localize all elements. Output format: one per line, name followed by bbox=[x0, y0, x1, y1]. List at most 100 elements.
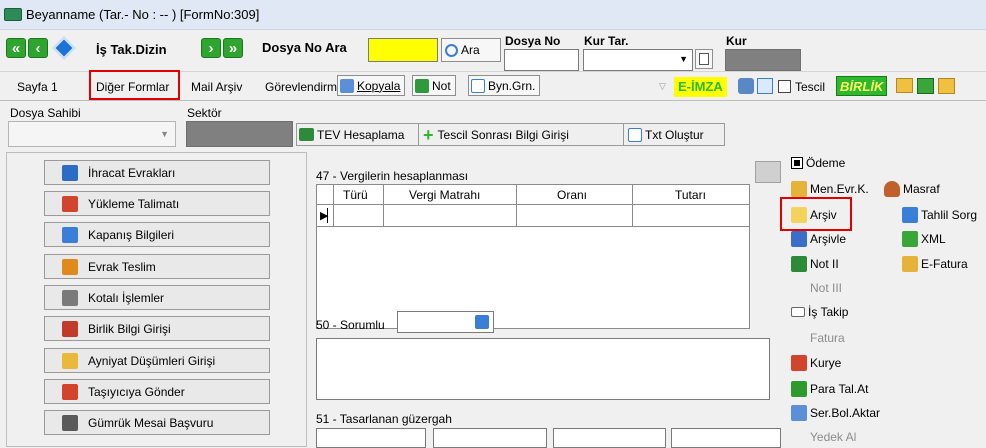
divider bbox=[623, 124, 624, 145]
window-title: Beyanname (Tar.- No : -- ) [FormNo:309] bbox=[26, 7, 260, 22]
kurye-button[interactable]: Kurye bbox=[791, 355, 841, 371]
side-button-label: Gümrük Mesai Başvuru bbox=[88, 415, 214, 430]
odeme-checkbox[interactable]: Ödeme bbox=[791, 156, 845, 170]
side-button[interactable]: Taşıyıcıya Gönder bbox=[44, 379, 270, 404]
side-button[interactable]: Evrak Teslim bbox=[44, 254, 270, 279]
not-ii-button[interactable]: Not II bbox=[791, 256, 839, 272]
birlik-button[interactable]: BİRLİK bbox=[836, 76, 888, 96]
column-header: Türü bbox=[343, 188, 368, 202]
calculator-icon[interactable] bbox=[695, 49, 713, 69]
guzergah-input-3[interactable] bbox=[553, 428, 666, 448]
not-ii-label: Not II bbox=[810, 257, 839, 271]
chevron-down-icon: ▼ bbox=[160, 129, 169, 139]
calendar-icon bbox=[62, 289, 78, 306]
upload-icon[interactable] bbox=[917, 78, 934, 94]
side-button[interactable]: Kotalı İşlemler bbox=[44, 285, 270, 310]
arsivle-button[interactable]: Arşivle bbox=[791, 231, 846, 247]
tescil-sonrasi-label: Tescil Sonrası Bilgi Girişi bbox=[437, 127, 569, 142]
tev-hesaplama-button[interactable]: TEV Hesaplama bbox=[299, 125, 404, 144]
handover-icon bbox=[62, 258, 78, 275]
guzergah-input-1[interactable] bbox=[316, 428, 426, 448]
folder-icon[interactable] bbox=[896, 78, 913, 93]
column-header: Oranı bbox=[557, 188, 588, 202]
txt-olustur-label: Txt Oluştur bbox=[645, 127, 704, 142]
fatura-button[interactable]: Fatura bbox=[810, 331, 845, 345]
edit-doc-icon bbox=[62, 226, 78, 243]
first-record-button[interactable]: « bbox=[6, 38, 26, 58]
tahlil-sorg-button[interactable]: Tahlil Sorg bbox=[902, 207, 977, 223]
invoice-icon bbox=[902, 256, 918, 272]
sorumlu-label: 50 - Sorumlu bbox=[316, 318, 385, 332]
xml-icon bbox=[902, 231, 918, 247]
side-button-label: İhracat Evrakları bbox=[88, 165, 176, 180]
dosya-no-ara-input[interactable] bbox=[368, 38, 438, 62]
vergi-title: 47 - Vergilerin hesaplanması bbox=[316, 169, 469, 183]
info-icon[interactable] bbox=[52, 36, 76, 60]
list-icon bbox=[299, 128, 314, 141]
ara-button[interactable]: Ara bbox=[441, 38, 501, 62]
tescil-sonrasi-button[interactable]: + Tescil Sonrası Bilgi Girişi bbox=[423, 125, 569, 144]
side-button-label: Kotalı İşlemler bbox=[88, 290, 165, 305]
side-button[interactable]: Ayniyat Düşümleri Girişi bbox=[44, 348, 270, 373]
ser-bol-aktar-button[interactable]: Ser.Bol.Aktar bbox=[791, 405, 880, 421]
side-button[interactable]: Yükleme Talimatı bbox=[44, 191, 270, 216]
tescil-checkbox[interactable] bbox=[778, 80, 791, 93]
e-imza-button[interactable]: E-İMZA bbox=[674, 77, 727, 97]
side-button-label: Kapanış Bilgileri bbox=[88, 227, 175, 242]
side-button[interactable]: Birlik Bilgi Girişi bbox=[44, 316, 270, 341]
kopyala-button[interactable]: Kopyala bbox=[337, 75, 406, 96]
last-record-button[interactable]: » bbox=[223, 38, 243, 58]
sorumlu-input[interactable] bbox=[397, 311, 494, 333]
money-bag-icon bbox=[884, 181, 900, 197]
xml-button[interactable]: XML bbox=[902, 231, 946, 247]
side-button[interactable]: Gümrük Mesai Başvuru bbox=[44, 410, 270, 435]
dosya-sahibi-dropdown[interactable]: ▼ bbox=[8, 121, 176, 147]
chevron-down-icon: ▽ bbox=[659, 81, 666, 91]
guzergah-input-2[interactable] bbox=[433, 428, 547, 448]
side-button[interactable]: Kapanış Bilgileri bbox=[44, 222, 270, 247]
previous-record-button[interactable]: ‹ bbox=[28, 38, 48, 58]
vergi-grid[interactable]: Türü Vergi Matrahı Oranı Tutarı ▶ bbox=[316, 184, 750, 329]
divider bbox=[418, 124, 419, 145]
e-fatura-button[interactable]: E-Fatura bbox=[902, 256, 968, 272]
checkbox-icon bbox=[791, 157, 803, 169]
dosya-no-input[interactable] bbox=[504, 49, 579, 71]
not-button[interactable]: Not bbox=[412, 75, 456, 96]
truck-icon bbox=[62, 383, 78, 400]
byn-grn-button[interactable]: Byn.Grn. bbox=[468, 75, 541, 96]
masraf-label: Masraf bbox=[903, 182, 940, 196]
sektor-field bbox=[186, 121, 293, 147]
folder-up-icon[interactable] bbox=[938, 78, 955, 94]
odeme-label: Ödeme bbox=[806, 156, 846, 170]
kur-value-field bbox=[725, 49, 801, 71]
txt-olustur-button[interactable]: Txt Oluştur bbox=[628, 125, 704, 144]
kurye-label: Kurye bbox=[810, 356, 842, 370]
truck-icon bbox=[62, 195, 78, 212]
guzergah-input-4[interactable] bbox=[671, 428, 781, 448]
men-evr-k-button[interactable]: Men.Evr.K. bbox=[791, 181, 869, 197]
side-button[interactable]: İhracat Evrakları bbox=[44, 160, 270, 185]
copy-icon bbox=[340, 78, 354, 93]
xml-label: XML bbox=[921, 232, 946, 246]
note-icon bbox=[415, 78, 429, 93]
is-takip-dizin-label: İş Tak.Dizin bbox=[96, 42, 167, 57]
tab-gorevlendirme[interactable]: Görevlendirme bbox=[265, 80, 344, 94]
tab-mail-arsiv[interactable]: Mail Arşiv bbox=[191, 80, 242, 94]
is-takip-button[interactable]: İş Takip bbox=[791, 305, 848, 319]
not-iii-button[interactable]: Not III bbox=[810, 281, 842, 295]
kur-tar-dropdown[interactable]: ▼ bbox=[583, 49, 693, 71]
search-icon bbox=[445, 43, 458, 57]
sorumlu-textarea[interactable] bbox=[316, 338, 770, 400]
cursor-caret bbox=[327, 208, 328, 223]
folder-icon bbox=[791, 181, 807, 197]
masraf-button[interactable]: Masraf bbox=[884, 181, 940, 197]
tab-sayfa-1[interactable]: Sayfa 1 bbox=[17, 80, 58, 94]
next-record-button[interactable]: › bbox=[201, 38, 221, 58]
fatura-label: Fatura bbox=[810, 331, 845, 345]
plus-icon: + bbox=[423, 124, 434, 145]
search-doc-icon[interactable] bbox=[757, 78, 773, 94]
calculator-icon[interactable] bbox=[755, 161, 781, 183]
para-tal-at-button[interactable]: Para Tal.At bbox=[791, 381, 868, 397]
yedek-al-button[interactable]: Yedek Al bbox=[810, 430, 856, 444]
shield-icon[interactable] bbox=[738, 78, 754, 94]
